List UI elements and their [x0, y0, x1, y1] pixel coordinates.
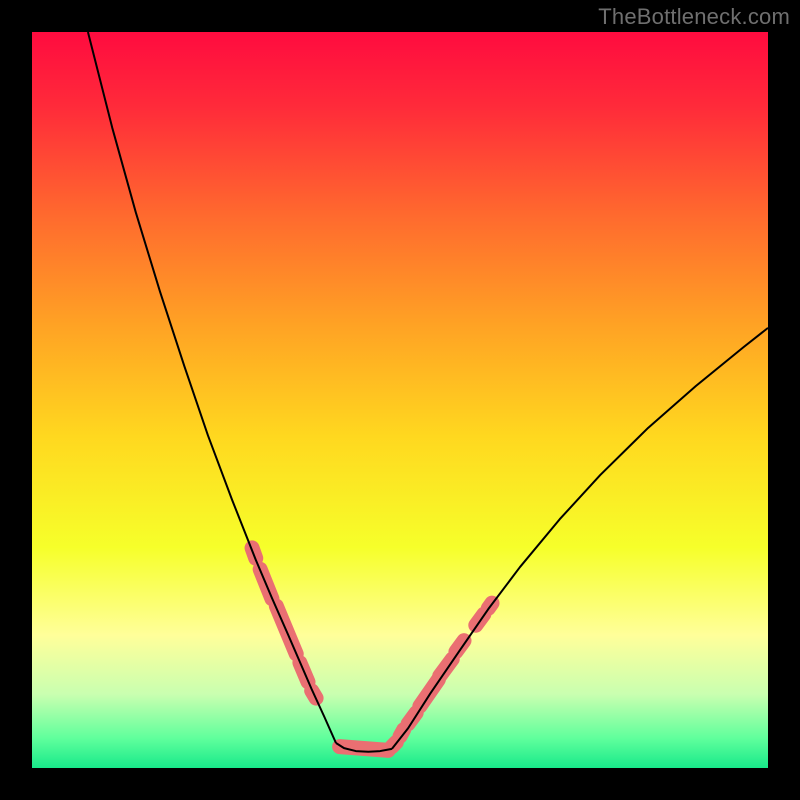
plot-background — [32, 32, 768, 768]
highlight-segment — [440, 659, 453, 676]
chart-stage: TheBottleneck.com — [0, 0, 800, 800]
chart-svg — [0, 0, 800, 800]
